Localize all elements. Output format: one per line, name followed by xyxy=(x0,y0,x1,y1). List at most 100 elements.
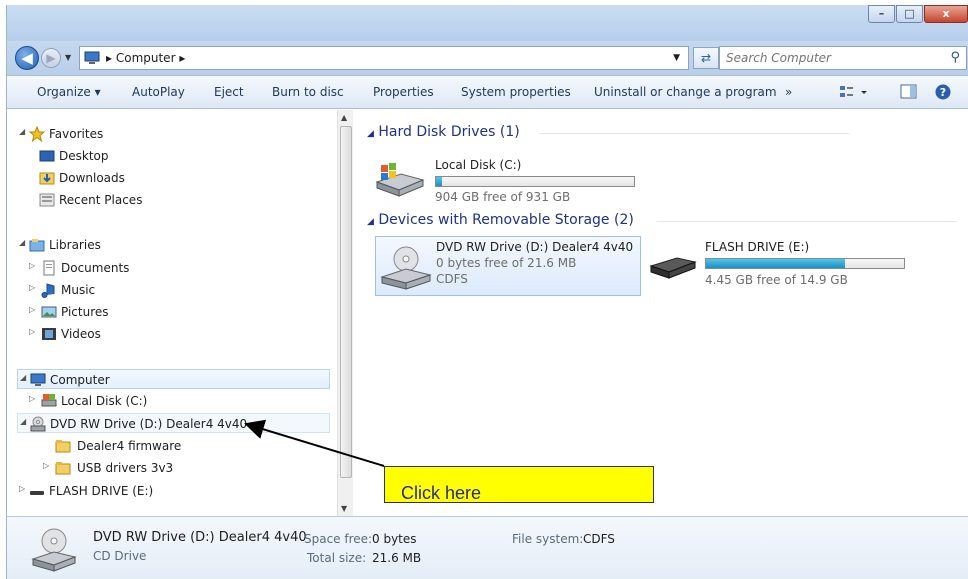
nav-local-disk[interactable]: ▷ Local Disk (C:) xyxy=(17,391,317,411)
back-button[interactable]: ◀ xyxy=(15,46,39,70)
collapse-arrow-icon[interactable]: ◢ xyxy=(19,238,25,247)
nav-local-disk-label: Local Disk (C:) xyxy=(61,394,148,408)
nav-flash-drive[interactable]: ▷ FLASH DRIVE (E:) xyxy=(17,481,317,501)
nav-firmware-label: Dealer4 firmware xyxy=(77,439,182,453)
nav-computer[interactable]: ◢ Computer xyxy=(17,369,330,389)
recent-pages-dropdown[interactable]: ▼ xyxy=(65,53,71,62)
drive-flash[interactable]: FLASH DRIVE (E:) 4.45 GB free of 14.9 GB xyxy=(643,236,943,296)
downloads-folder-icon xyxy=(39,172,55,185)
desktop-icon xyxy=(39,150,55,162)
details-space-free-value: 0 bytes xyxy=(372,532,417,546)
search-box[interactable]: ⚲ xyxy=(719,46,967,70)
navigation-pane: ◢ Favorites Desktop Downloads Recent Pla… xyxy=(7,110,352,516)
flash-free-space: 4.45 GB free of 14.9 GB xyxy=(705,273,848,287)
expand-arrow-icon[interactable]: ▷ xyxy=(29,327,35,336)
group-hdd-label: Hard Disk Drives (1) xyxy=(378,124,520,140)
local-disk-usage-fill xyxy=(436,177,442,186)
local-disk-icon xyxy=(375,163,425,197)
forward-button[interactable]: ▶ xyxy=(41,48,61,68)
nav-dealer4-firmware[interactable]: Dealer4 firmware xyxy=(17,436,317,456)
nav-scrollbar[interactable]: ▲ ▼ xyxy=(337,110,353,516)
search-input[interactable] xyxy=(726,51,926,65)
folder-icon xyxy=(55,462,71,475)
expand-arrow-icon[interactable]: ▷ xyxy=(29,261,35,270)
group-hard-disk-drives[interactable]: ◢ Hard Disk Drives (1) xyxy=(367,124,957,140)
dvd-file-system: CDFS xyxy=(436,272,468,286)
refresh-button[interactable]: ⇄ xyxy=(693,47,719,69)
group-divider xyxy=(657,221,957,222)
scroll-up-icon[interactable]: ▲ xyxy=(341,113,347,122)
properties-button[interactable]: Properties xyxy=(373,85,434,99)
breadcrumb-separator-icon: ▸ xyxy=(106,51,116,65)
group-removable-label: Devices with Removable Storage (2) xyxy=(378,212,634,228)
organize-button[interactable]: Organize ▾ xyxy=(37,85,101,99)
expand-arrow-icon[interactable]: ▷ xyxy=(43,461,49,470)
group-removable-storage[interactable]: ◢ Devices with Removable Storage (2) xyxy=(367,212,957,228)
nav-usb-drivers-label: USB drivers 3v3 xyxy=(77,461,174,475)
expand-arrow-icon[interactable]: ▷ xyxy=(29,305,35,314)
usb-drive-icon xyxy=(30,491,44,495)
details-pane: DVD RW Drive (D:) Dealer4 4v40 CD Drive … xyxy=(7,516,968,579)
nav-downloads-label: Downloads xyxy=(59,171,125,185)
back-arrow-icon: ◀ xyxy=(21,49,33,67)
collapse-arrow-icon[interactable]: ◢ xyxy=(19,127,25,136)
local-disk-name: Local Disk (C:) xyxy=(435,158,522,172)
nav-pictures[interactable]: ▷ Pictures xyxy=(17,302,317,322)
local-disk-usage-bar xyxy=(435,176,635,187)
title-bar: – □ x xyxy=(7,5,968,41)
autoplay-button[interactable]: AutoPlay xyxy=(132,85,185,99)
address-row: ◀ ▶ ▼ ▸ Computer ▸ ▼ ⇄ ⚲ xyxy=(7,41,968,75)
nav-downloads[interactable]: Downloads xyxy=(17,168,317,188)
expand-arrow-icon[interactable]: ▷ xyxy=(29,394,35,403)
favorites-star-icon xyxy=(29,126,45,142)
group-collapse-icon[interactable]: ◢ xyxy=(367,217,374,227)
breadcrumb[interactable]: ▸ Computer ▸ xyxy=(106,51,185,65)
preview-pane-icon[interactable] xyxy=(900,84,918,100)
scroll-thumb[interactable] xyxy=(340,126,352,478)
search-icon[interactable]: ⚲ xyxy=(950,50,960,65)
maximize-button[interactable]: □ xyxy=(896,5,923,23)
libraries-icon xyxy=(29,239,45,252)
content-pane: ◢ Hard Disk Drives (1) Local Disk (C:) 9… xyxy=(353,110,968,516)
nav-recent-places[interactable]: Recent Places xyxy=(17,190,317,210)
nav-music[interactable]: ▷ Music xyxy=(17,280,317,300)
drive-local-disk[interactable]: Local Disk (C:) 904 GB free of 931 GB xyxy=(371,148,641,208)
system-properties-button[interactable]: System properties xyxy=(461,85,571,99)
nav-favorites[interactable]: ◢ Favorites xyxy=(17,124,317,144)
details-space-free-label: Space free: xyxy=(304,532,373,546)
address-dropdown-icon[interactable]: ▼ xyxy=(673,53,680,63)
nav-dvd-drive[interactable]: ◢ DVD RW Drive (D:) Dealer4 4v40 xyxy=(17,413,330,433)
scroll-down-icon[interactable]: ▼ xyxy=(341,504,347,513)
dvd-drive-icon xyxy=(31,528,77,572)
eject-button[interactable]: Eject xyxy=(214,85,244,99)
nav-usb-drivers[interactable]: ▷ USB drivers 3v3 xyxy=(17,458,317,478)
address-bar[interactable]: ▸ Computer ▸ ▼ xyxy=(79,46,689,70)
group-collapse-icon[interactable]: ◢ xyxy=(367,129,374,139)
nav-libraries[interactable]: ◢ Libraries xyxy=(17,235,317,255)
close-button[interactable]: x xyxy=(924,5,968,23)
change-view-icon[interactable] xyxy=(839,84,869,100)
breadcrumb-computer[interactable]: Computer xyxy=(116,51,176,65)
expand-arrow-icon[interactable]: ▷ xyxy=(19,484,25,493)
minimize-button[interactable]: – xyxy=(868,5,895,23)
nav-computer-label: Computer xyxy=(50,373,110,387)
expand-arrow-icon[interactable]: ▷ xyxy=(29,283,35,292)
videos-icon xyxy=(42,328,56,340)
help-icon[interactable]: ? xyxy=(935,84,953,102)
details-drive-name: DVD RW Drive (D:) Dealer4 4v40 xyxy=(93,530,307,545)
drive-dvd[interactable]: DVD RW Drive (D:) Dealer4 4v40 0 bytes f… xyxy=(375,236,641,296)
flash-usage-fill xyxy=(706,259,845,268)
folder-icon xyxy=(55,440,71,453)
uninstall-program-button[interactable]: Uninstall or change a program xyxy=(594,85,777,99)
collapse-arrow-icon[interactable]: ◢ xyxy=(20,417,26,426)
refresh-icon: ⇄ xyxy=(700,51,712,65)
burn-to-disc-button[interactable]: Burn to disc xyxy=(272,85,344,99)
details-file-system-label: File system: xyxy=(512,532,584,546)
nav-videos[interactable]: ▷ Videos xyxy=(17,324,317,344)
nav-documents-label: Documents xyxy=(61,261,130,275)
details-total-size-value: 21.6 MB xyxy=(372,551,422,565)
more-commands-button[interactable]: » xyxy=(785,85,792,99)
collapse-arrow-icon[interactable]: ◢ xyxy=(20,373,26,382)
nav-desktop[interactable]: Desktop xyxy=(17,146,317,166)
nav-documents[interactable]: ▷ Documents xyxy=(17,258,317,278)
